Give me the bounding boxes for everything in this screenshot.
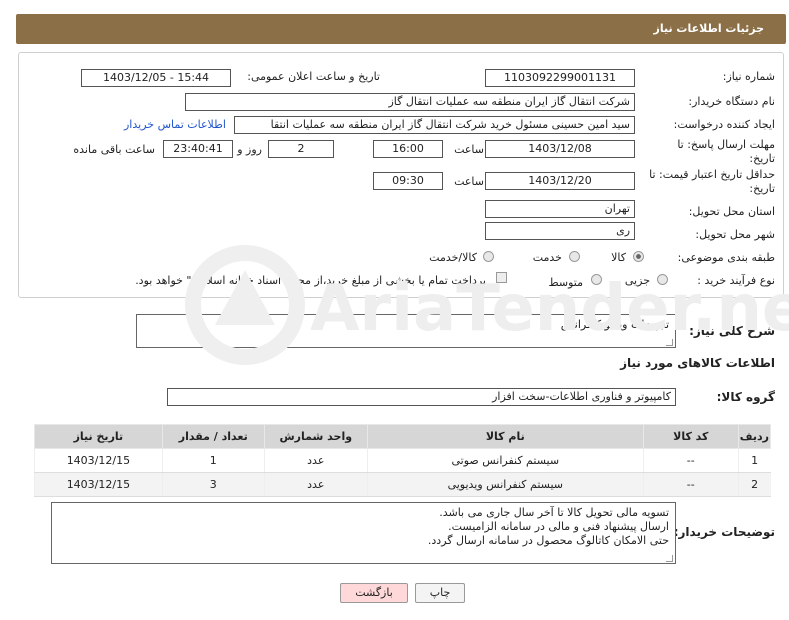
announce-date-label: تاریخ و ساعت اعلان عمومی:: [247, 70, 380, 83]
need-number-field: 1103092299001131: [485, 69, 635, 87]
buyer-notes-textarea[interactable]: تسویه مالی تحویل کالا تا آخر سال جاری می…: [51, 502, 676, 564]
goods-group-label: گروه کالا:: [716, 390, 775, 404]
process-minor-label: جزیی: [624, 274, 650, 287]
validity-time-label: ساعت: [454, 175, 484, 188]
process-minor-radio[interactable]: [657, 274, 668, 285]
requester-label: ایجاد کننده درخواست:: [673, 118, 775, 131]
treasury-checkbox[interactable]: [496, 272, 507, 283]
city-field: ری: [485, 222, 635, 240]
buyer-contact-link[interactable]: اطلاعات تماس خریدار: [124, 118, 226, 131]
buyer-org-label: نام دستگاه خریدار:: [688, 95, 775, 108]
col-date-header: تاریخ نیاز: [34, 424, 163, 449]
cell-row: 1: [737, 448, 771, 473]
col-qty-header: تعداد / مقدار: [161, 424, 265, 449]
cell-unit: عدد: [263, 472, 368, 497]
summary-text: تجهیزات ویدیو کنفرانس: [560, 318, 669, 331]
buyer-note-line: تسویه مالی تحویل کالا تا آخر سال جاری می…: [439, 506, 669, 519]
process-medium-radio[interactable]: [591, 274, 602, 285]
validity-date-field: 1403/12/20: [485, 172, 635, 190]
page-title: جزئیات اطلاعات نیاز: [653, 22, 765, 35]
page-header: جزئیات اطلاعات نیاز: [16, 14, 786, 44]
validity-time-field: 09:30: [373, 172, 443, 190]
cell-qty: 1: [161, 448, 265, 473]
back-button[interactable]: بازگشت: [340, 583, 408, 603]
reply-deadline-label: مهلت ارسال پاسخ: تا تاریخ:: [677, 138, 775, 165]
cell-date: 1403/12/15: [34, 448, 163, 473]
category-both-radio[interactable]: [483, 251, 494, 262]
col-unit-header: واحد شمارش: [263, 424, 368, 449]
goods-table: ردیف کد کالا نام کالا واحد شمارش تعداد /…: [34, 424, 772, 497]
need-number-label: شماره نیاز:: [722, 70, 775, 83]
summary-label: شرح کلی نیاز:: [689, 324, 775, 338]
cell-name: سیستم کنفرانس صوتی: [366, 448, 644, 473]
category-service-radio[interactable]: [569, 251, 580, 262]
category-both-label: کالا/خدمت: [429, 251, 477, 264]
table-row: 2 -- سیستم کنفرانس ویدیویی عدد 3 1403/12…: [34, 472, 771, 497]
city-label: شهر محل تحویل:: [695, 228, 775, 241]
process-label: نوع فرآیند خرید :: [697, 274, 775, 287]
summary-textarea[interactable]: تجهیزات ویدیو کنفرانس: [136, 314, 676, 348]
col-name-header: نام کالا: [366, 424, 644, 449]
cell-code: --: [642, 448, 739, 473]
reply-time-label: ساعت: [454, 143, 484, 156]
cell-name: سیستم کنفرانس ویدیویی: [366, 472, 644, 497]
buyer-note-line: حتی الامکان کاتالوگ محصول در سامانه ارسا…: [427, 534, 669, 547]
reply-time-field: 16:00: [373, 140, 443, 158]
province-field: تهران: [485, 200, 635, 218]
remaining-time-label: ساعت باقی مانده: [73, 143, 155, 156]
announce-date-field: 1403/12/05 - 15:44: [81, 69, 231, 87]
treasury-note: پرداخت تمام یا بخشی از مبلغ خرید،از محل …: [135, 274, 486, 287]
category-label: طبقه بندی موضوعی:: [677, 251, 775, 264]
cell-code: --: [642, 472, 739, 497]
price-validity-label: حداقل تاریخ اعتبار قیمت: تا تاریخ:: [649, 168, 775, 195]
resize-handle-icon[interactable]: [666, 339, 673, 346]
goods-group-field: کامپیوتر و فناوری اطلاعات-سخت افزار: [167, 388, 676, 406]
print-button[interactable]: چاپ: [415, 583, 465, 603]
table-header-row: ردیف کد کالا نام کالا واحد شمارش تعداد /…: [34, 424, 772, 449]
cell-date: 1403/12/15: [34, 472, 163, 497]
table-row: 1 -- سیستم کنفرانس صوتی عدد 1 1403/12/15: [34, 448, 771, 473]
province-label: استان محل تحویل:: [688, 205, 775, 218]
reply-date-field: 1403/12/08: [485, 140, 635, 158]
col-code-header: کد کالا: [642, 424, 739, 449]
days-label: روز و: [237, 143, 262, 156]
category-service-label: خدمت: [532, 251, 562, 264]
category-goods-label: کالا: [611, 251, 626, 264]
buyer-org-field: شرکت انتقال گاز ایران منطقه سه عملیات ان…: [185, 93, 635, 111]
cell-qty: 3: [161, 472, 265, 497]
resize-handle-icon[interactable]: [666, 555, 673, 562]
buyer-notes-label: توضیحات خریدار:: [673, 525, 775, 539]
cell-unit: عدد: [263, 448, 368, 473]
col-row-header: ردیف: [737, 424, 772, 449]
remaining-time-field: 23:40:41: [163, 140, 233, 158]
buyer-note-line: ارسال پیشنهاد فنی و مالی در سامانه الزام…: [448, 520, 669, 533]
goods-section-title: اطلاعات کالاهای مورد نیاز: [620, 356, 775, 370]
cell-row: 2: [737, 472, 771, 497]
requester-field: سید امین حسینی مسئول خرید شرکت انتقال گا…: [234, 116, 635, 134]
process-medium-label: متوسط: [548, 276, 583, 289]
category-goods-radio[interactable]: [633, 251, 644, 262]
days-field: 2: [268, 140, 334, 158]
